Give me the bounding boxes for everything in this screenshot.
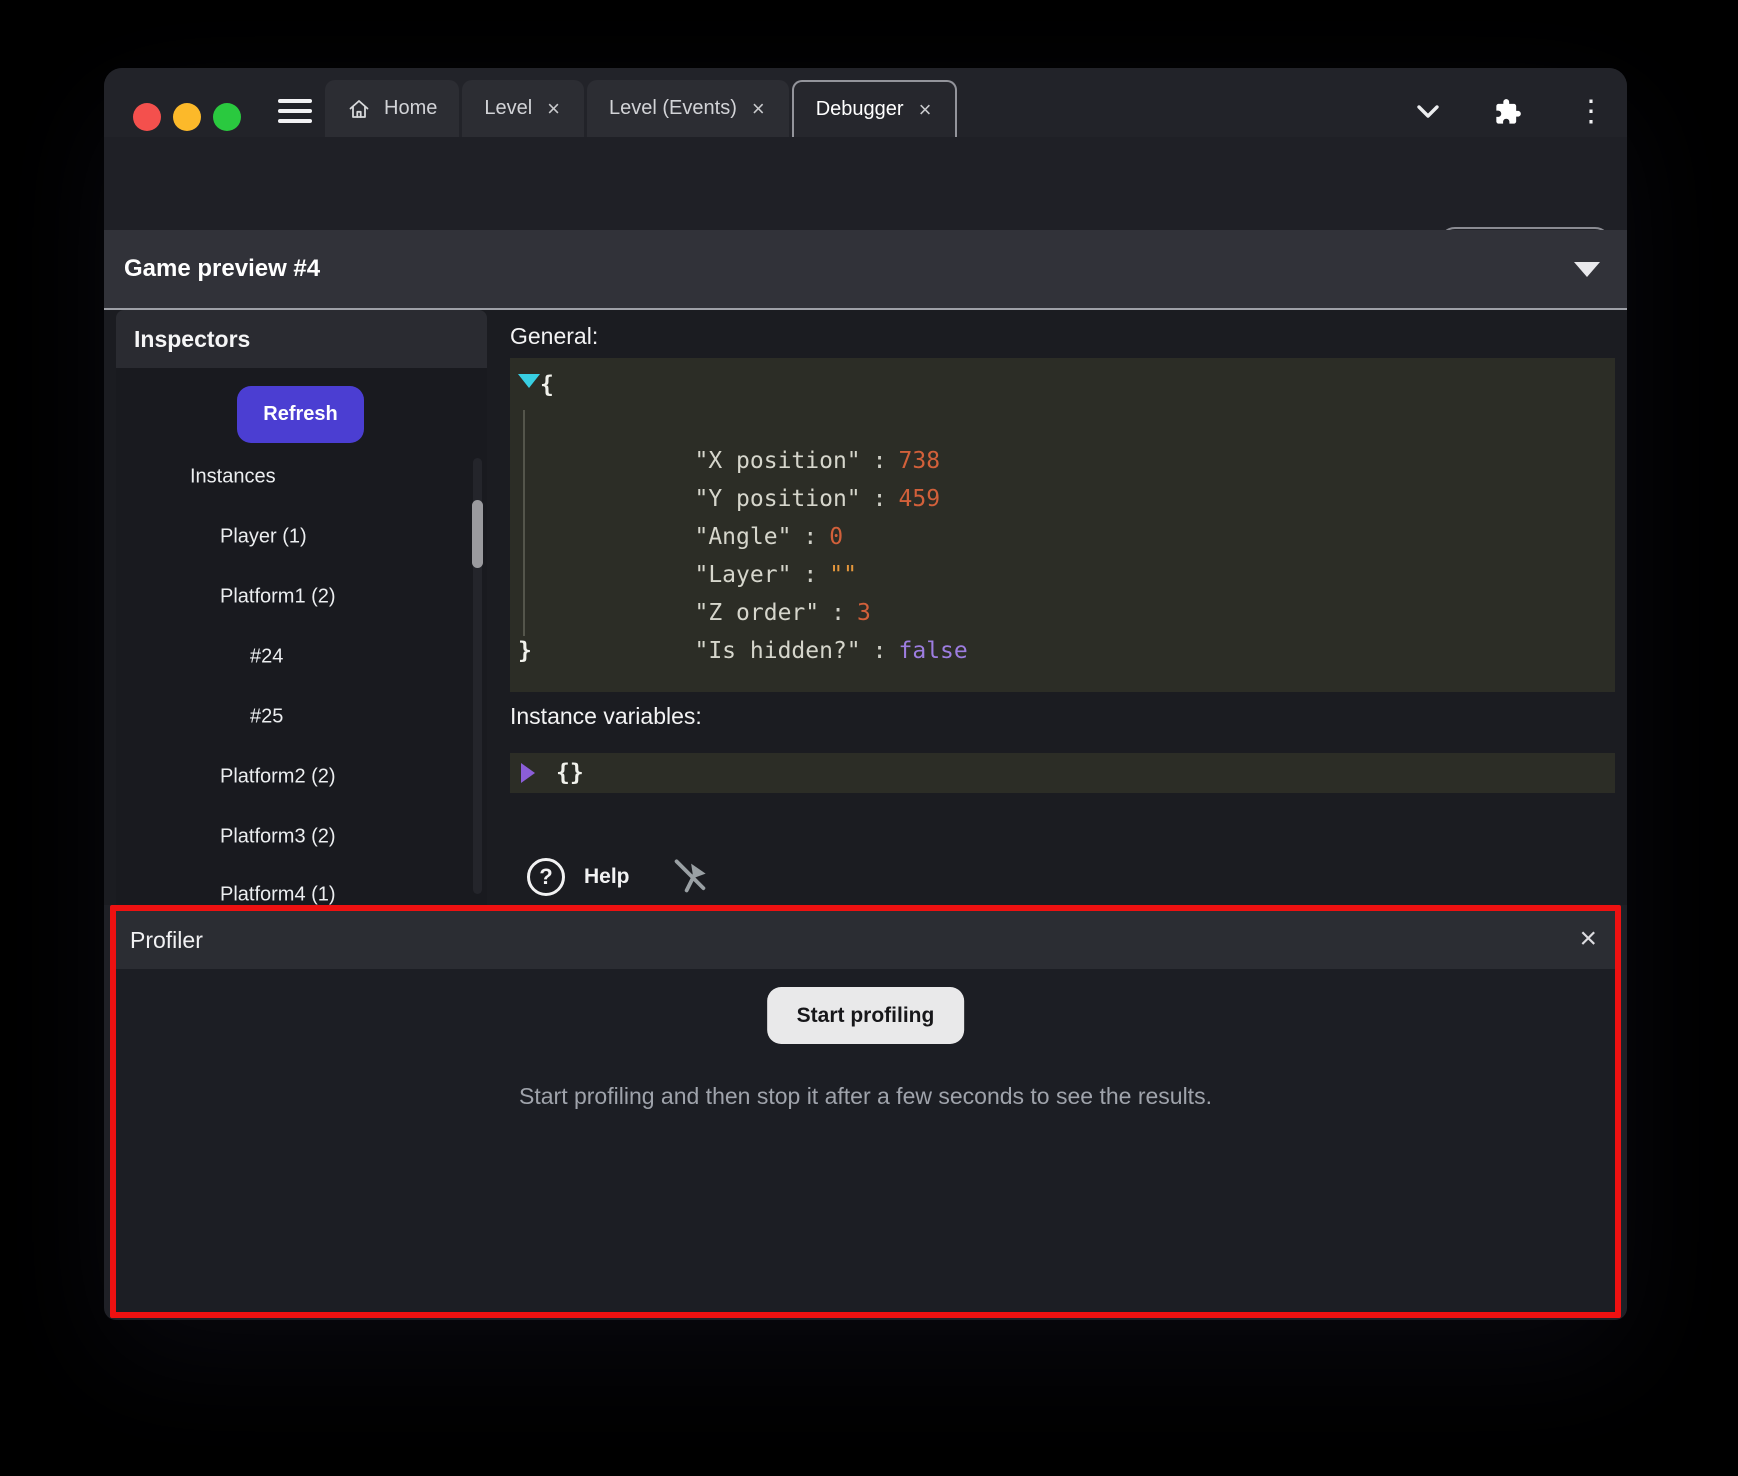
- instance-variables-label: Instance variables:: [510, 703, 702, 730]
- profiler-close-icon[interactable]: ×: [1579, 919, 1597, 959]
- tree-item-instances[interactable]: Instances: [116, 466, 487, 489]
- indent-guide: [523, 410, 525, 636]
- close-tab-icon[interactable]: ×: [545, 98, 562, 120]
- tab-bar: Home Level × Level (Events) × Debugger ×: [325, 80, 957, 137]
- tree-item-platform2[interactable]: Platform2 (2): [116, 766, 487, 789]
- home-icon: [347, 97, 371, 121]
- kebab-menu-icon[interactable]: ⋮: [1576, 93, 1596, 131]
- general-label: General:: [510, 323, 598, 350]
- tab-level-events[interactable]: Level (Events) ×: [587, 80, 789, 137]
- inspectors-sidebar: Inspectors Refresh Instances Player (1) …: [116, 310, 487, 905]
- game-preview-header: Game preview #4: [104, 230, 1627, 308]
- general-json-view: { "X position":738 "Y position":459 "Ang…: [510, 358, 1615, 692]
- json-key: "Z order": [694, 600, 819, 626]
- json-key: "Y position": [694, 486, 860, 512]
- profiler-header: Profiler ×: [116, 911, 1615, 969]
- instance-variables-json-view: {}: [510, 753, 1615, 793]
- json-key: "Is hidden?": [694, 638, 860, 664]
- tree-item-25[interactable]: #25: [116, 706, 487, 729]
- tab-label: Debugger: [816, 98, 904, 121]
- tab-level[interactable]: Level ×: [462, 80, 584, 137]
- tree-item-24[interactable]: #24: [116, 646, 487, 669]
- unpin-icon[interactable]: [671, 858, 709, 896]
- debugger-toolbar: > Pause: [104, 137, 1627, 230]
- json-value[interactable]: 459: [899, 486, 941, 512]
- json-value[interactable]: 0: [829, 524, 843, 550]
- json-value[interactable]: 738: [899, 448, 941, 474]
- close-window-button[interactable]: [133, 103, 161, 131]
- help-link[interactable]: Help: [584, 865, 630, 889]
- json-value[interactable]: "": [829, 562, 857, 588]
- tree-item-player[interactable]: Player (1): [116, 526, 487, 549]
- minimize-window-button[interactable]: [173, 103, 201, 131]
- desktop: { "titlebar": { "tabs": [ { "label": "Ho…: [0, 0, 1738, 1476]
- tab-label: Level: [484, 97, 532, 120]
- preview-dropdown-caret-icon[interactable]: [1574, 262, 1600, 277]
- expand-arrow-icon[interactable]: [521, 763, 535, 783]
- profiler-panel: Profiler × Start profiling Start profili…: [110, 905, 1621, 1318]
- json-entry: "X position":738: [510, 404, 1615, 442]
- tab-home[interactable]: Home: [325, 80, 459, 137]
- start-profiling-button[interactable]: Start profiling: [767, 987, 965, 1044]
- debugger-window: Home Level × Level (Events) × Debugger ×…: [104, 68, 1627, 1320]
- debugger-content: Inspectors Refresh Instances Player (1) …: [104, 310, 1627, 905]
- tree-item-platform1[interactable]: Platform1 (2): [116, 586, 487, 609]
- collapse-arrow-icon[interactable]: [518, 374, 540, 388]
- help-row: ? Help: [527, 855, 709, 899]
- titlebar: Home Level × Level (Events) × Debugger ×…: [104, 68, 1627, 137]
- tab-debugger[interactable]: Debugger ×: [792, 80, 958, 137]
- inspectors-header: Inspectors: [116, 310, 487, 368]
- hamburger-menu-icon[interactable]: [278, 96, 312, 126]
- tab-label: Level (Events): [609, 97, 737, 120]
- close-tab-icon[interactable]: ×: [917, 99, 934, 121]
- tree-item-platform3[interactable]: Platform3 (2): [116, 826, 487, 849]
- tree-item-platform4[interactable]: Platform4 (1): [116, 884, 487, 907]
- help-question-icon[interactable]: ?: [527, 858, 565, 896]
- json-value[interactable]: 3: [857, 600, 871, 626]
- maximize-window-button[interactable]: [213, 103, 241, 131]
- sidebar-scrollbar-thumb[interactable]: [472, 500, 483, 568]
- json-value[interactable]: false: [899, 638, 968, 664]
- json-key: "X position": [694, 448, 860, 474]
- close-tab-icon[interactable]: ×: [750, 98, 767, 120]
- tab-label: Home: [384, 97, 437, 120]
- profiler-title: Profiler: [130, 911, 203, 969]
- chevron-down-icon[interactable]: [1416, 104, 1440, 120]
- json-key: "Layer": [694, 562, 791, 588]
- inspectors-title: Inspectors: [134, 310, 250, 368]
- json-open-brace: {: [510, 366, 1615, 404]
- json-key: "Angle": [694, 524, 791, 550]
- inspector-panel: General: { "X position":738 "Y position"…: [507, 310, 1623, 905]
- extensions-puzzle-icon[interactable]: [1494, 98, 1522, 126]
- game-preview-title: Game preview #4: [124, 230, 320, 308]
- refresh-button[interactable]: Refresh: [237, 386, 364, 443]
- profiler-description: Start profiling and then stop it after a…: [116, 1083, 1615, 1110]
